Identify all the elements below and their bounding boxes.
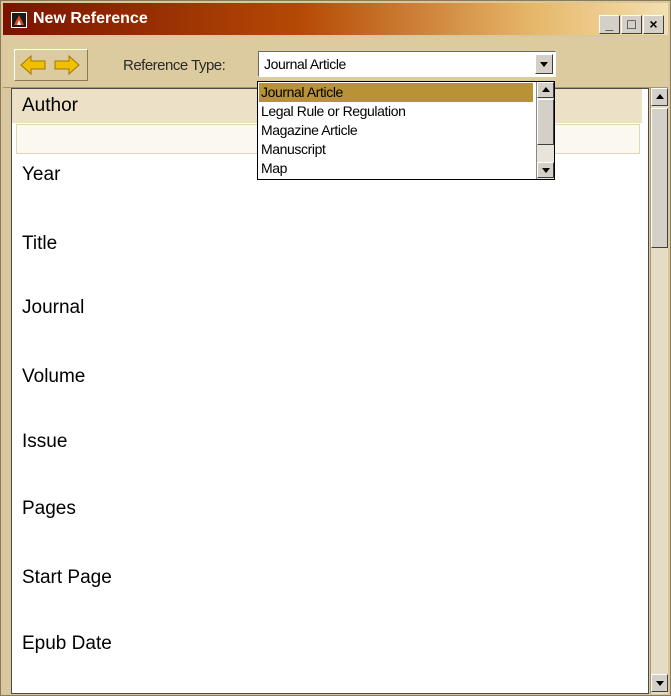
dropdown-scroll-up-button[interactable] bbox=[537, 82, 554, 98]
field-label-journal: Journal bbox=[22, 297, 85, 318]
chevron-up-icon bbox=[656, 94, 664, 99]
dropdown-scrollbar[interactable] bbox=[536, 82, 554, 179]
field-label-volume: Volume bbox=[22, 366, 86, 387]
chevron-up-icon bbox=[542, 87, 550, 92]
form-scrollbar[interactable] bbox=[650, 88, 668, 694]
chevron-down-icon bbox=[656, 681, 664, 686]
app-icon bbox=[11, 12, 27, 28]
reference-type-value: Journal Article bbox=[264, 56, 346, 72]
dropdown-scroll-down-button[interactable] bbox=[537, 162, 554, 178]
dropdown-option[interactable]: Map bbox=[261, 159, 287, 178]
field-label-title: Title bbox=[22, 233, 58, 254]
dropdown-option[interactable]: Legal Rule or Regulation bbox=[261, 102, 406, 121]
dropdown-option[interactable]: Journal Article bbox=[259, 83, 533, 102]
chevron-down-icon bbox=[542, 168, 550, 173]
back-button[interactable] bbox=[18, 53, 48, 77]
chevron-down-icon bbox=[540, 62, 548, 67]
dropdown-scroll-thumb[interactable] bbox=[537, 99, 554, 145]
right-arrow-icon bbox=[54, 54, 80, 76]
minimize-button[interactable]: _ bbox=[599, 15, 620, 34]
scroll-down-button[interactable] bbox=[651, 674, 668, 692]
close-button[interactable]: × bbox=[643, 15, 664, 34]
title-bar[interactable]: New Reference _ □ × bbox=[3, 3, 668, 35]
maximize-button[interactable]: □ bbox=[621, 15, 642, 34]
scroll-up-button[interactable] bbox=[651, 88, 668, 106]
dropdown-option[interactable]: Manuscript bbox=[261, 140, 326, 159]
field-label-author: Author bbox=[22, 95, 78, 116]
reference-type-dropdown-list[interactable]: Journal Article Legal Rule or Regulation… bbox=[257, 81, 555, 180]
forward-button[interactable] bbox=[52, 53, 82, 77]
field-label-epub-date: Epub Date bbox=[22, 633, 112, 654]
reference-type-label: Reference Type: bbox=[123, 57, 226, 74]
field-label-start-page: Start Page bbox=[22, 567, 112, 588]
field-label-pages: Pages bbox=[22, 498, 76, 519]
field-label-issue: Issue bbox=[22, 431, 68, 452]
window-title: New Reference bbox=[33, 10, 148, 27]
dropdown-toggle-button[interactable] bbox=[535, 54, 553, 74]
dropdown-option[interactable]: Magazine Article bbox=[261, 121, 358, 140]
new-reference-window: New Reference _ □ × Reference Type: Jour… bbox=[0, 0, 671, 696]
reference-type-select[interactable]: Journal Article bbox=[258, 51, 556, 77]
field-label-year: Year bbox=[22, 164, 61, 185]
scroll-thumb[interactable] bbox=[651, 108, 668, 248]
navigation-group bbox=[14, 49, 88, 81]
left-arrow-icon bbox=[20, 54, 46, 76]
